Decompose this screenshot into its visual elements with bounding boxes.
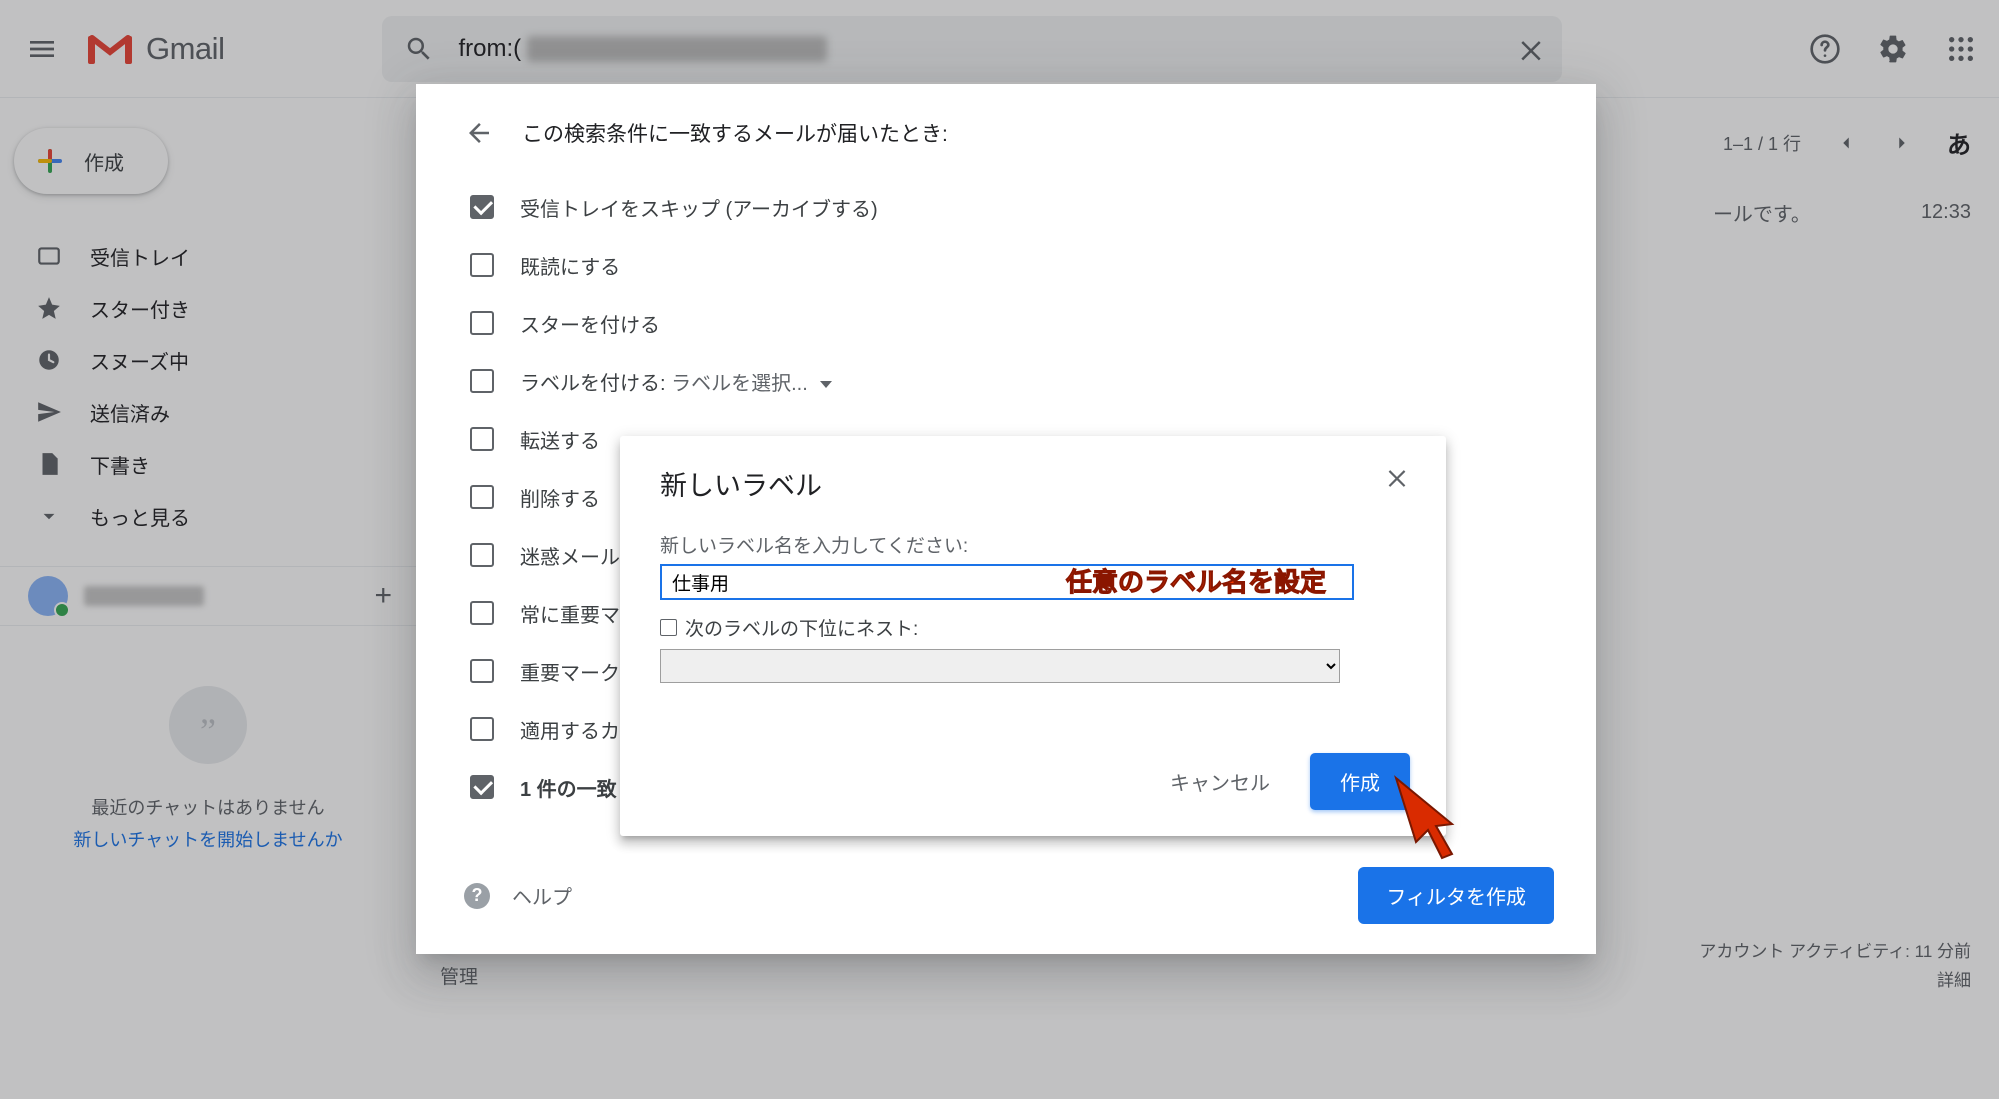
chat-start-link[interactable]: 新しいチャットを開始しませんか xyxy=(0,826,416,852)
nest-checkbox[interactable] xyxy=(660,619,677,636)
help-link[interactable]: ? ヘルプ xyxy=(464,881,572,910)
filter-panel-heading: この検索条件に一致するメールが届いたとき: xyxy=(522,118,948,148)
sidebar: 作成 受信トレイ スター付き スヌーズ中 送信済み 下書き もっと見る xyxy=(0,98,416,1099)
new-label-modal: 新しいラベル 新しいラベル名を入力してください: 次のラベルの下位にネスト: キ… xyxy=(620,436,1446,836)
checkbox[interactable] xyxy=(470,369,494,393)
input-method-indicator[interactable]: あ xyxy=(1947,125,1971,160)
sidebar-item-label: 下書き xyxy=(90,450,150,479)
redacted-text xyxy=(527,36,827,62)
modal-subheading: 新しいラベル名を入力してください: xyxy=(660,531,1410,558)
chevron-down-icon xyxy=(36,503,62,529)
annotation-arrow-icon xyxy=(1392,774,1478,860)
hangouts-user-row[interactable]: + xyxy=(0,566,416,626)
clock-icon xyxy=(36,347,62,373)
help-label: ヘルプ xyxy=(512,881,572,910)
chat-empty-message: 最近のチャットはありません xyxy=(0,794,416,820)
mail-time: 12:33 xyxy=(1921,201,1971,224)
plus-icon xyxy=(34,145,66,177)
gmail-logo[interactable]: Gmail xyxy=(88,31,224,67)
filter-option-label: 1 件の一致 xyxy=(520,773,617,802)
filter-option-label: 既読にする xyxy=(520,251,620,280)
sidebar-item-label: スター付き xyxy=(90,294,190,323)
gear-icon[interactable] xyxy=(1877,33,1909,65)
filter-option-label: 適用するカ xyxy=(520,715,620,744)
checkbox[interactable] xyxy=(470,485,494,509)
mail-snippet: ールです。 xyxy=(1713,198,1811,227)
cancel-button[interactable]: キャンセル xyxy=(1170,767,1270,796)
search-icon[interactable] xyxy=(404,34,434,64)
search-box[interactable]: from:( xyxy=(382,16,1562,82)
filter-option[interactable]: ラベルを付ける: ラベルを選択... xyxy=(470,352,1554,410)
help-icon[interactable] xyxy=(1809,33,1841,65)
checkbox[interactable] xyxy=(470,427,494,451)
sidebar-item-snoozed[interactable]: スヌーズ中 xyxy=(0,334,416,386)
checkbox[interactable] xyxy=(470,253,494,277)
back-arrow-icon[interactable] xyxy=(464,118,494,148)
pagination-text: 1–1 / 1 行 xyxy=(1723,130,1801,156)
manage-link[interactable]: 管理 xyxy=(440,962,478,989)
pagination-strip: 1–1 / 1 行 あ xyxy=(1723,125,1971,160)
hangouts-icon: ” xyxy=(169,686,247,764)
nav-list: 受信トレイ スター付き スヌーズ中 送信済み 下書き もっと見る xyxy=(0,230,416,542)
gmail-logo-text: Gmail xyxy=(146,31,224,67)
sidebar-item-label: 送信済み xyxy=(90,398,170,427)
sidebar-item-starred[interactable]: スター付き xyxy=(0,282,416,334)
filter-option-label: 迷惑メール xyxy=(520,541,620,570)
compose-label: 作成 xyxy=(84,147,124,176)
filter-option-label: 削除する xyxy=(520,483,600,512)
nest-parent-select[interactable] xyxy=(660,649,1340,683)
star-icon xyxy=(36,295,62,321)
inbox-icon xyxy=(36,243,62,269)
checkbox[interactable] xyxy=(470,311,494,335)
sidebar-item-more[interactable]: もっと見る xyxy=(0,490,416,542)
file-icon xyxy=(36,451,62,477)
annotation-text: 任意のラベル名を設定 xyxy=(1066,562,1326,599)
filter-option[interactable]: 既読にする xyxy=(470,236,1554,294)
send-icon xyxy=(36,399,62,425)
filter-option-label: 転送する xyxy=(520,425,600,454)
sidebar-item-sent[interactable]: 送信済み xyxy=(0,386,416,438)
checkbox[interactable] xyxy=(470,195,494,219)
filter-option-label: スターを付ける xyxy=(520,309,660,338)
checkbox[interactable] xyxy=(470,717,494,741)
redacted-text xyxy=(84,586,204,606)
avatar xyxy=(28,576,68,616)
create-filter-button[interactable]: フィルタを作成 xyxy=(1358,867,1554,924)
mail-row-fragment: ールです。 12:33 xyxy=(1713,198,1971,227)
close-icon[interactable] xyxy=(1516,34,1546,64)
main-menu-icon[interactable] xyxy=(26,33,58,65)
checkbox[interactable] xyxy=(470,601,494,625)
search-input-value: from:( xyxy=(458,35,521,63)
checkbox[interactable] xyxy=(470,659,494,683)
account-activity: アカウント アクティビティ: 11 分前 詳細 xyxy=(1699,938,1971,996)
nest-label: 次のラベルの下位にネスト: xyxy=(685,614,918,641)
header-actions xyxy=(1809,33,1977,65)
search-input[interactable]: from:( xyxy=(458,35,827,63)
modal-title: 新しいラベル xyxy=(660,464,822,503)
filter-option-label: 常に重要マ xyxy=(520,599,620,628)
help-icon: ? xyxy=(464,883,490,909)
sidebar-item-drafts[interactable]: 下書き xyxy=(0,438,416,490)
filter-option[interactable]: 受信トレイをスキップ (アーカイブする) xyxy=(470,178,1554,236)
chevron-right-icon[interactable] xyxy=(1891,132,1913,154)
plus-icon[interactable]: + xyxy=(374,579,392,613)
checkbox[interactable] xyxy=(470,543,494,567)
close-icon[interactable] xyxy=(1384,464,1410,490)
checkbox[interactable] xyxy=(470,775,494,799)
activity-line: アカウント アクティビティ: 11 分前 xyxy=(1699,938,1971,967)
filter-option-label: ラベルを付ける: ラベルを選択... xyxy=(520,367,832,396)
filter-option-label: 重要マーク xyxy=(520,657,620,686)
gmail-logo-icon xyxy=(88,32,132,66)
sidebar-item-label: 受信トレイ xyxy=(90,242,190,271)
apps-grid-icon[interactable] xyxy=(1945,33,1977,65)
sidebar-item-inbox[interactable]: 受信トレイ xyxy=(0,230,416,282)
activity-details-link[interactable]: 詳細 xyxy=(1699,967,1971,996)
chevron-left-icon[interactable] xyxy=(1835,132,1857,154)
sidebar-item-label: スヌーズ中 xyxy=(90,346,189,375)
filter-option[interactable]: スターを付ける xyxy=(470,294,1554,352)
filter-option-label: 受信トレイをスキップ (アーカイブする) xyxy=(520,193,878,222)
sidebar-item-label: もっと見る xyxy=(90,502,190,531)
compose-button[interactable]: 作成 xyxy=(14,128,168,194)
